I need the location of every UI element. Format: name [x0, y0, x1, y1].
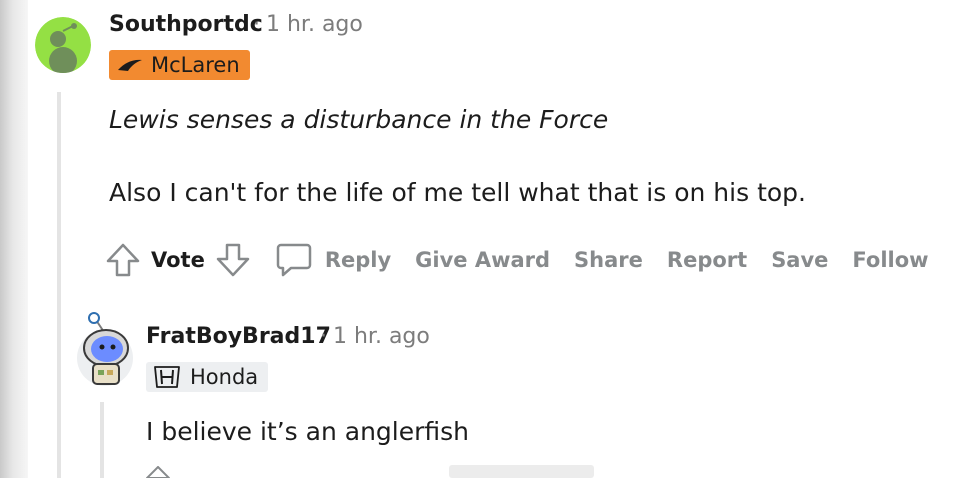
report-button[interactable]: Report [667, 248, 747, 272]
reply-action-placeholder[interactable] [449, 465, 594, 478]
speech-bubble-icon [275, 241, 313, 279]
vote-count: Vote [151, 248, 205, 272]
upvote-arrow-icon[interactable] [146, 466, 170, 478]
user-flair-mclaren: McLaren [109, 50, 250, 80]
share-button[interactable]: Share [574, 248, 643, 272]
comment-body-line-2: Also I can't for the life of me tell wha… [109, 178, 806, 207]
timestamp-text: 1 hr. ago [266, 12, 363, 37]
timestamp-text: 1 hr. ago [333, 324, 430, 349]
follow-button[interactable]: Follow [852, 248, 928, 272]
reply-timestamp[interactable]: · 1 hr. ago [320, 324, 430, 349]
separator-dot: · [320, 324, 327, 349]
comment-action-bar: Vote Reply Give Award Share Report Save … [105, 240, 953, 280]
reply-button[interactable]: Reply [275, 241, 391, 279]
user-flair-honda: Honda [146, 362, 269, 392]
avatar-southportdc[interactable] [35, 17, 91, 73]
thread-line-1[interactable] [57, 92, 61, 478]
reply-label: Reply [324, 248, 392, 272]
comment-timestamp[interactable]: · 1 hr. ago [253, 12, 363, 37]
flair-label: McLaren [151, 53, 240, 77]
downvote-arrow-icon[interactable] [215, 242, 251, 278]
thread-line-2[interactable] [100, 402, 104, 478]
reply-body: I believe it’s an anglerfish [146, 417, 469, 446]
separator-dot: · [253, 12, 260, 37]
mclaren-swoosh-icon [117, 58, 143, 72]
avatar-fratboybrad17[interactable] [76, 310, 134, 388]
reply-author[interactable]: FratBoyBrad17 [146, 324, 331, 349]
astronaut-snoo-avatar-icon [77, 312, 133, 386]
comment-body-line-1: Lewis senses a disturbance in the Force [109, 105, 609, 134]
give-award-button[interactable]: Give Award [415, 248, 550, 272]
upvote-arrow-icon[interactable] [105, 242, 141, 278]
snoo-avatar-icon [35, 17, 91, 73]
save-button[interactable]: Save [771, 248, 828, 272]
background-edge [0, 0, 28, 478]
comment-author[interactable]: Southportdc [109, 12, 263, 37]
honda-logo-icon [152, 365, 182, 389]
flair-label: Honda [190, 365, 259, 389]
